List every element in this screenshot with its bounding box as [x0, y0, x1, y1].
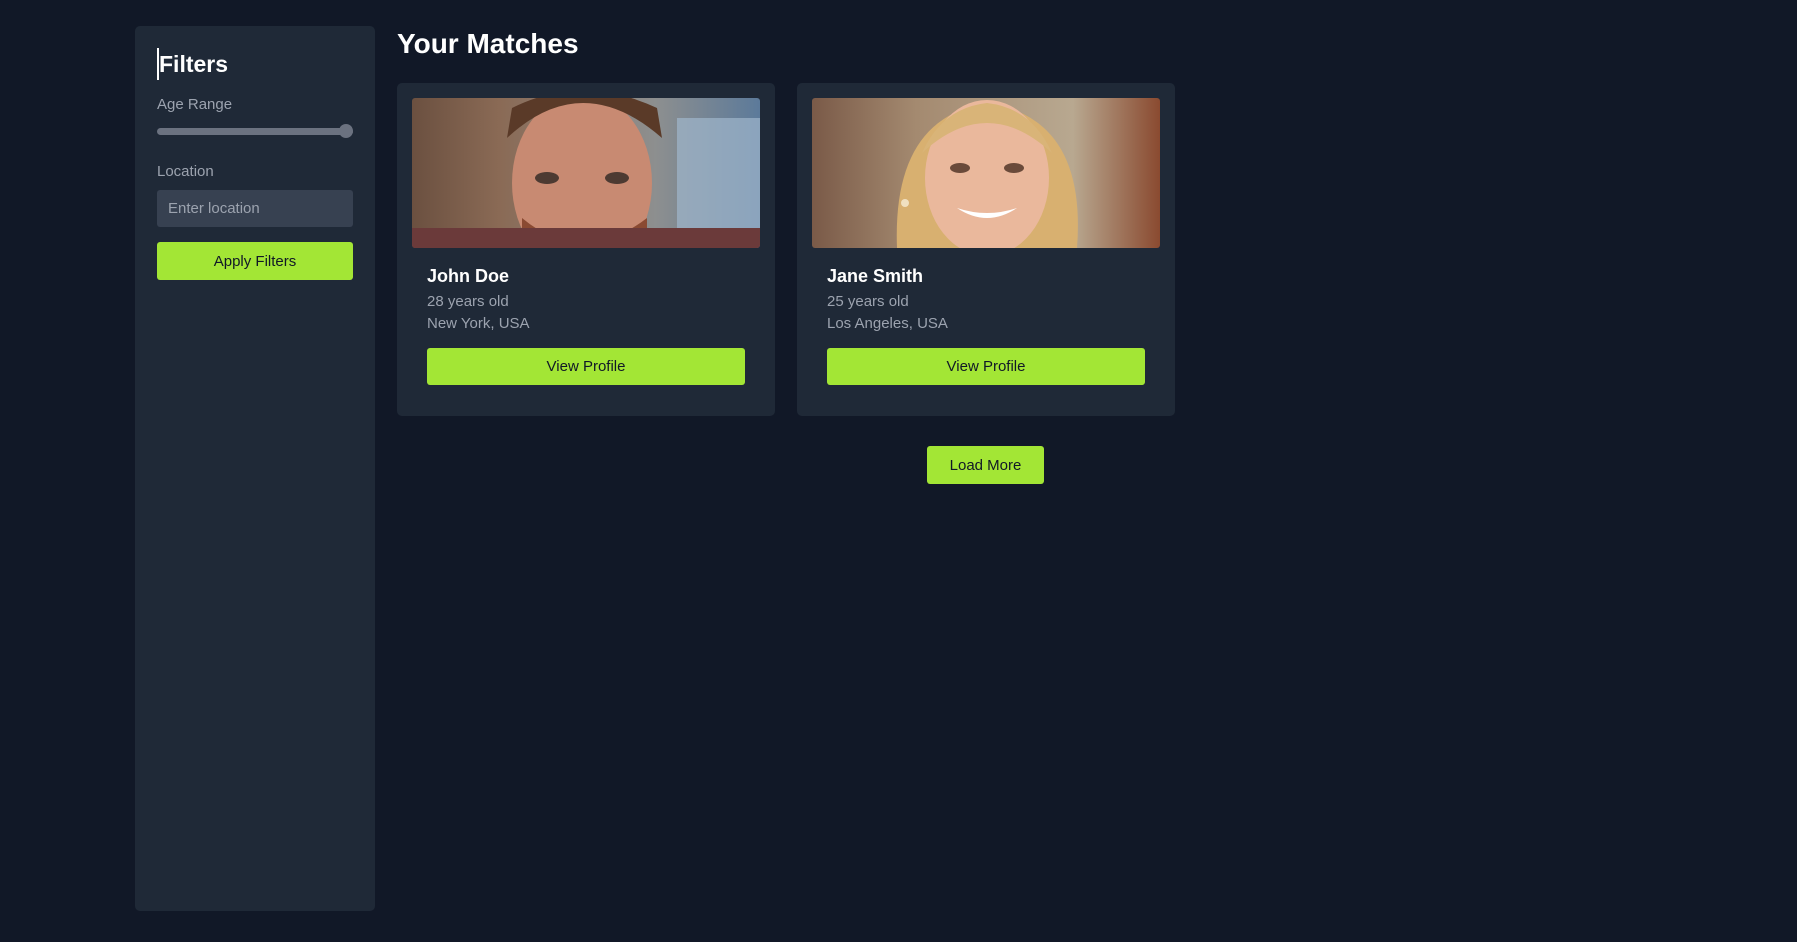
match-name: Jane Smith [827, 266, 924, 286]
page: Filters Age Range Location Apply Filters… [0, 0, 1797, 942]
match-age: 28 years old [427, 293, 509, 310]
match-location: Los Angeles, USA [827, 315, 948, 332]
age-range-label: Age Range [157, 96, 233, 113]
view-profile-button[interactable]: View Profile [827, 348, 1145, 385]
match-card-body: John Doe 28 years old New York, USA View… [412, 248, 760, 385]
load-more-button[interactable]: Load More [927, 446, 1044, 484]
age-range-thumb[interactable] [339, 124, 353, 138]
age-range-slider[interactable] [157, 123, 353, 138]
match-card-body: Jane Smith 25 years old Los Angeles, USA… [812, 248, 1160, 385]
apply-filters-button[interactable]: Apply Filters [157, 242, 353, 280]
filters-sidebar: Filters Age Range Location Apply Filters [135, 26, 375, 911]
filters-title: Filters [157, 48, 353, 80]
matches-main: Your Matches John Doe 28 years old New Y… [397, 26, 1175, 484]
location-label: Location [157, 163, 214, 180]
view-profile-button[interactable]: View Profile [427, 348, 745, 385]
match-card: Jane Smith 25 years old Los Angeles, USA… [797, 83, 1175, 416]
match-name: John Doe [427, 266, 510, 286]
profile-photo [812, 98, 1160, 248]
match-card: John Doe 28 years old New York, USA View… [397, 83, 775, 416]
profile-photo [412, 98, 760, 248]
age-range-track[interactable] [157, 128, 353, 135]
page-title: Your Matches [397, 28, 579, 59]
location-input[interactable] [157, 190, 353, 227]
match-cards: John Doe 28 years old New York, USA View… [397, 83, 1175, 416]
match-location: New York, USA [427, 315, 530, 332]
match-age: 25 years old [827, 293, 909, 310]
